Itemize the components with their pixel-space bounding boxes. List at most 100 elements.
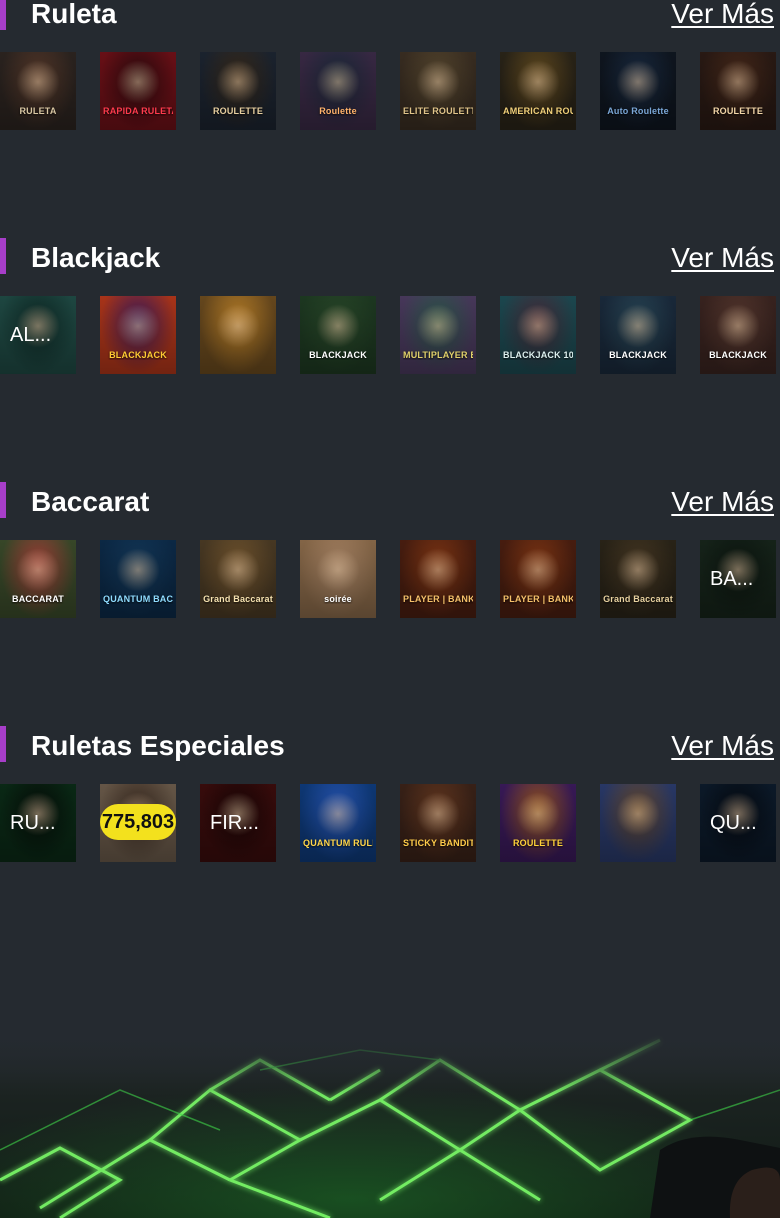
- game-tile[interactable]: [600, 784, 676, 862]
- game-row: AL... BLACKJACK BLACKJACK MULTIPLAYER BLACK…: [0, 296, 780, 374]
- game-row: RULETA RAPIDA RULETA ROULETTE Roulette ELITE…: [0, 52, 780, 130]
- tile-caption: BACCARAT: [12, 594, 64, 604]
- tile-shade: [600, 784, 676, 862]
- game-tile[interactable]: RULETA: [0, 52, 76, 130]
- section-accent-bar: [0, 238, 6, 274]
- tile-shade: [300, 784, 376, 862]
- tile-caption: BLACKJACK 10: [503, 350, 573, 360]
- game-row: BACCARAT QUANTUM BACCARAT Grand Baccarat so…: [0, 540, 780, 618]
- tile-caption: BLACKJACK: [309, 350, 367, 360]
- section-header: Baccarat Ver Más: [0, 482, 780, 522]
- tile-shade: [200, 52, 276, 130]
- tile-shade: [300, 296, 376, 374]
- game-tile[interactable]: MULTIPLAYER BLACKJACK: [400, 296, 476, 374]
- game-tile[interactable]: ROULETTE: [700, 52, 776, 130]
- tile-shade: [400, 540, 476, 618]
- see-more-link[interactable]: Ver Más: [671, 0, 774, 32]
- tile-shade: [700, 296, 776, 374]
- jackpot-amount: 775,803: [100, 804, 176, 840]
- see-more-link[interactable]: Ver Más: [671, 728, 774, 764]
- tile-caption: ELITE ROULETTE: [403, 106, 473, 116]
- game-tile[interactable]: BLACKJACK 10: [500, 296, 576, 374]
- game-tile[interactable]: soirée: [300, 540, 376, 618]
- tile-caption: QUANTUM BACCARAT: [103, 594, 173, 604]
- game-tile[interactable]: Auto Roulette: [600, 52, 676, 130]
- game-tile[interactable]: AMERICAN ROULETTE: [500, 52, 576, 130]
- tile-caption: RAPIDA RULETA: [103, 106, 173, 116]
- tile-shade: [500, 540, 576, 618]
- see-more-link[interactable]: Ver Más: [671, 240, 774, 276]
- game-tile[interactable]: PLAYER | BANKER: [500, 540, 576, 618]
- section-header: Blackjack Ver Más: [0, 238, 780, 278]
- section-title: Ruletas Especiales: [31, 730, 285, 761]
- tile-shade: [100, 540, 176, 618]
- tile-shade: [400, 52, 476, 130]
- section-title: Ruleta: [31, 0, 117, 29]
- game-tile[interactable]: Grand Baccarat: [200, 540, 276, 618]
- tile-shade: [600, 296, 676, 374]
- section-header: Ruleta Ver Más: [0, 0, 780, 34]
- tile-shade: [100, 296, 176, 374]
- see-more-link[interactable]: Ver Más: [671, 484, 774, 520]
- section-ruletas-especiales: Ruletas Especiales Ver Más RU... 775,803 F…: [0, 726, 780, 970]
- tile-caption: QUANTUM RULETA: [303, 838, 373, 848]
- tile-shade: [500, 296, 576, 374]
- game-tile[interactable]: Grand Baccarat: [600, 540, 676, 618]
- tile-shade: [0, 540, 76, 618]
- section-ruleta: Ruleta Ver Más RULETA RAPIDA RULETA ROULET…: [0, 0, 780, 238]
- neon-pitch-graphic: [0, 1030, 780, 1218]
- tile-caption: ROULETTE: [512, 838, 564, 848]
- game-tile[interactable]: QU...: [700, 784, 776, 862]
- tile-caption: BLACKJACK: [709, 350, 767, 360]
- game-tile[interactable]: RU...: [0, 784, 76, 862]
- tile-shade: [600, 540, 676, 618]
- tile-shade: [0, 52, 76, 130]
- tile-caption: ROULETTE: [712, 106, 764, 116]
- section-accent-bar: [0, 0, 6, 30]
- game-tile[interactable]: RAPIDA RULETA: [100, 52, 176, 130]
- game-tile[interactable]: Roulette: [300, 52, 376, 130]
- tile-caption: PLAYER | BANKER: [503, 594, 573, 604]
- tile-caption: STICKY BANDITS: [403, 838, 473, 848]
- game-tile[interactable]: ROULETTE: [500, 784, 576, 862]
- section-title: Baccarat: [31, 486, 150, 517]
- tile-caption: Grand Baccarat: [203, 594, 273, 604]
- game-tile[interactable]: BLACKJACK: [100, 296, 176, 374]
- game-tile[interactable]: FIR...: [200, 784, 276, 862]
- tile-name: FIR...: [210, 812, 259, 834]
- game-tile[interactable]: STICKY BANDITS: [400, 784, 476, 862]
- game-tile[interactable]: BA...: [700, 540, 776, 618]
- tile-shade: [400, 296, 476, 374]
- tile-shade: [400, 784, 476, 862]
- tile-caption: Auto Roulette: [607, 106, 669, 116]
- game-tile[interactable]: BACCARAT: [0, 540, 76, 618]
- tile-shade: [200, 540, 276, 618]
- tile-shade: [600, 52, 676, 130]
- game-tile[interactable]: QUANTUM RULETA: [300, 784, 376, 862]
- game-tile[interactable]: BLACKJACK: [600, 296, 676, 374]
- game-tile[interactable]: 775,803: [100, 784, 176, 862]
- game-row: RU... 775,803 FIR... QUANTUM RULETA STICKY B…: [0, 784, 780, 862]
- tile-caption: PLAYER | BANKER: [403, 594, 473, 604]
- tile-shade: [500, 52, 576, 130]
- game-tile[interactable]: AL...: [0, 296, 76, 374]
- tile-caption: Roulette: [319, 106, 357, 116]
- tile-caption: Grand Baccarat: [603, 594, 673, 604]
- tile-shade: [200, 296, 276, 374]
- tile-caption: RULETA: [19, 106, 57, 116]
- tile-shade: [100, 52, 176, 130]
- game-tile[interactable]: BLACKJACK: [700, 296, 776, 374]
- tile-caption: MULTIPLAYER BLACKJACK: [403, 350, 473, 360]
- tile-shade: [300, 540, 376, 618]
- game-tile[interactable]: QUANTUM BACCARAT: [100, 540, 176, 618]
- game-tile[interactable]: [200, 296, 276, 374]
- game-tile[interactable]: PLAYER | BANKER: [400, 540, 476, 618]
- section-title: Blackjack: [31, 242, 161, 273]
- tile-name: RU...: [10, 812, 56, 834]
- footer-banner-image: [0, 1030, 780, 1218]
- tile-caption: BLACKJACK: [109, 350, 167, 360]
- tile-shade: [700, 52, 776, 130]
- game-tile[interactable]: ELITE ROULETTE: [400, 52, 476, 130]
- game-tile[interactable]: ROULETTE: [200, 52, 276, 130]
- game-tile[interactable]: BLACKJACK: [300, 296, 376, 374]
